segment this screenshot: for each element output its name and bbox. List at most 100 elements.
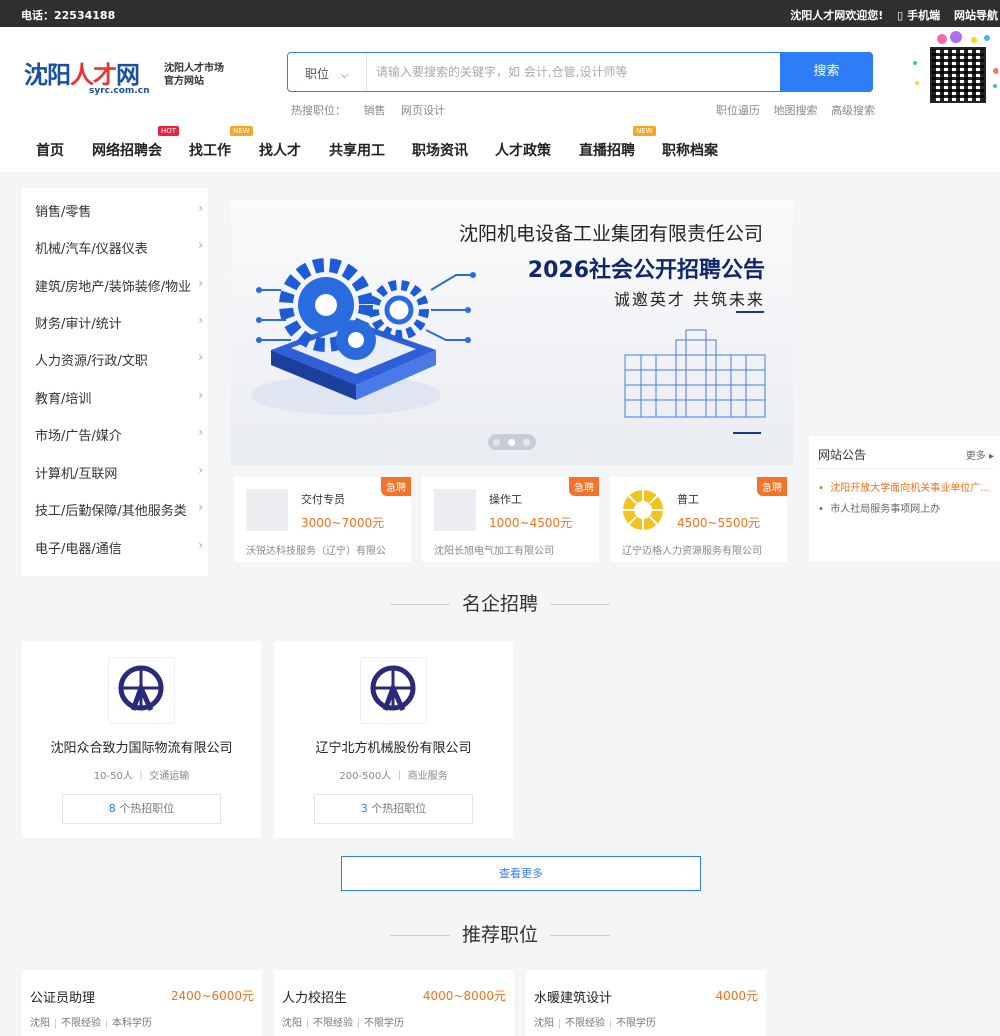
company-industry: 交通运输	[149, 771, 190, 782]
slogan-line-1: 沈阳人才市场	[164, 63, 224, 74]
notice-item[interactable]: • 沈阳开放大学面向机关事业单位广...	[818, 479, 1000, 494]
nav-item-live-recruit[interactable]: 直播招聘 NEW	[579, 126, 656, 160]
banner-headline: 2026社会公开招聘公告	[527, 258, 765, 283]
category-label: 建筑/房地产/装饰装修/物业	[35, 280, 192, 295]
recommended-job-card[interactable]: 人力校招生 4000~8000元 沈阳 不限经验 不限学历	[274, 970, 514, 1036]
search-button[interactable]: 搜索	[780, 52, 873, 92]
search-links: 职位逼历 地图搜索 高级搜索	[706, 102, 875, 118]
job-salary: 3000~7000元	[301, 516, 385, 530]
notice-more-link[interactable]: 更多 ▸	[966, 447, 994, 462]
search-link[interactable]: 高级搜索	[831, 104, 875, 117]
company-card[interactable]: 沈阳众合致力国际物流有限公司 10-50人 ｜ 交通运输 8 个热招职位	[22, 641, 261, 838]
chevron-down-icon: ⌵	[341, 70, 349, 81]
section-title-recommend: 推荐职位	[0, 920, 1000, 947]
recommended-job-card[interactable]: 水暖建筑设计 4000元 沈阳 不限经验 不限学历	[526, 970, 766, 1036]
main-nav: 首页 网络招聘会 HOT 找工作 NEW 找人才 共享用工 职场资讯 人才政策 直播…	[0, 126, 1000, 170]
site-logo[interactable]: 沈阳人才网 syrc.com.cn 沈阳人才市场 官方网站	[24, 55, 234, 99]
hot-item[interactable]: 网页设计	[401, 104, 445, 117]
new-badge: NEW	[633, 126, 656, 136]
category-item[interactable]: 建筑/房地产/装饰装修/物业 ›	[35, 276, 203, 295]
category-item[interactable]: 教育/培训 ›	[35, 388, 203, 407]
job-city: 沈阳	[282, 1018, 302, 1029]
chevron-right-icon: ›	[198, 425, 203, 439]
globe-logo-icon	[370, 665, 416, 712]
category-item[interactable]: 市场/广告/媒介 ›	[35, 425, 203, 444]
hot-item[interactable]: 销售	[364, 104, 386, 117]
site-notice: 网站公告 更多 ▸ • 沈阳开放大学面向机关事业单位广... • 市人社局服务事…	[809, 436, 1000, 561]
job-experience: 不限经验	[61, 1018, 101, 1029]
company-logo	[360, 657, 427, 724]
urgent-job-card[interactable]: 普工 4500~5500元 辽宁迈格人力资源服务有限公司 急聘	[610, 477, 787, 562]
search-input[interactable]	[376, 62, 766, 82]
carousel-dot-active[interactable]	[508, 439, 515, 446]
banner-underline	[736, 311, 764, 313]
notice-item[interactable]: • 市人社局服务事项网上办	[818, 500, 940, 515]
category-item[interactable]: 机械/汽车/仪器仪表 ›	[35, 238, 203, 257]
company-logo-placeholder-icon	[246, 489, 288, 531]
nav-item-job-fair[interactable]: 网络招聘会 HOT	[92, 126, 180, 160]
jobs-count: 8	[108, 802, 116, 815]
job-salary: 2400~6000元	[170, 989, 254, 1003]
hero-banner[interactable]: 沈阳机电设备工业集团有限责任公司 2026社会公开招聘公告 诚邀英才 共筑未来	[231, 200, 793, 465]
urgent-job-card[interactable]: 操作工 1000~4500元 沈阳长旭电气加工有限公司 急聘	[422, 477, 599, 562]
urgent-job-card[interactable]: 交付专员 3000~7000元 沃锐达科技服务（辽宁）有限公 急聘	[234, 477, 411, 562]
nav-item-find-job[interactable]: 找工作 NEW	[189, 126, 253, 160]
jobs-text: 个热招职位	[371, 802, 427, 815]
chevron-right-icon: ›	[198, 388, 203, 402]
search-link[interactable]: 职位逼历	[716, 104, 760, 117]
urgent-badge: 急聘	[757, 477, 787, 496]
job-title: 水暖建筑设计	[534, 991, 613, 1006]
nav-item-talent-policy[interactable]: 人才政策	[495, 140, 551, 160]
more-label: 更多	[965, 451, 986, 462]
banner-slogan: 诚邀英才 共筑未来	[613, 290, 765, 309]
nav-item-shared-employment[interactable]: 共享用工	[329, 140, 385, 160]
qr-image	[930, 47, 986, 103]
globe-logo-icon	[118, 665, 164, 712]
nav-item-find-talent[interactable]: 找人才	[259, 140, 301, 160]
mobile-label: 手机端	[907, 9, 941, 22]
job-meta: 沈阳 不限经验 不限学历	[534, 1014, 661, 1029]
recommended-job-card[interactable]: 公证员助理 2400~6000元 沈阳 不限经验 本科学历	[22, 970, 262, 1036]
search-type-select[interactable]: 职位 ⌵	[305, 65, 349, 82]
section-title-famous: 名企招聘	[0, 589, 1000, 616]
category-item[interactable]: 电子/电器/通信 ›	[35, 538, 203, 557]
nav-item-home[interactable]: 首页	[36, 140, 64, 160]
category-label: 销售/零售	[35, 205, 92, 220]
category-label: 机械/汽车/仪器仪表	[35, 242, 148, 257]
nav-item-title-archive[interactable]: 职称档案	[662, 140, 718, 160]
hot-jobs-button[interactable]: 8 个热招职位	[62, 794, 221, 824]
chevron-right-icon: ›	[198, 238, 203, 252]
hot-jobs-button[interactable]: 3 个热招职位	[314, 794, 473, 824]
view-more-button[interactable]: 查看更多	[341, 856, 701, 891]
search-link[interactable]: 地图搜索	[774, 104, 818, 117]
category-item[interactable]: 财务/审计/统计 ›	[35, 313, 203, 332]
category-item[interactable]: 技工/后勤保障/其他服务类 ›	[35, 500, 203, 519]
category-label: 财务/审计/统计	[35, 317, 122, 332]
job-title: 普工	[677, 493, 699, 506]
welcome-text: 沈阳人才网欢迎您!	[790, 9, 884, 22]
banner-company: 沈阳机电设备工业集团有限责任公司	[458, 223, 763, 245]
qr-code	[912, 31, 998, 109]
logo-part-3: 网	[116, 61, 140, 89]
chevron-right-icon: ›	[198, 201, 203, 215]
category-label: 人力资源/行政/文职	[35, 354, 148, 369]
category-item[interactable]: 人力资源/行政/文职 ›	[35, 350, 203, 369]
notice-title: 网站公告	[818, 448, 867, 462]
company-size: 200-500人	[339, 771, 392, 782]
category-item[interactable]: 计算机/互联网 ›	[35, 463, 203, 482]
carousel-dot[interactable]	[493, 439, 500, 446]
jobs-count: 3	[360, 802, 368, 815]
chevron-right-icon: ›	[198, 313, 203, 327]
job-title: 人力校招生	[282, 991, 348, 1006]
job-title: 公证员助理	[30, 991, 96, 1006]
section-title-text: 推荐职位	[461, 924, 538, 946]
carousel-dot[interactable]	[523, 439, 530, 446]
category-item[interactable]: 销售/零售 ›	[35, 201, 203, 220]
company-card[interactable]: 辽宁北方机械股份有限公司 200-500人 ｜ 商业服务 3 个热招职位	[274, 641, 513, 838]
job-salary: 1000~4500元	[489, 516, 573, 530]
job-company: 辽宁迈格人力资源服务有限公司	[622, 546, 762, 557]
site-nav-link[interactable]: 网站导航	[954, 9, 998, 22]
mobile-link[interactable]: ▯ 手机端	[897, 9, 940, 22]
nav-item-career-news[interactable]: 职场资讯	[412, 140, 468, 160]
logo-slogan: 沈阳人才市场 官方网站	[164, 62, 224, 88]
